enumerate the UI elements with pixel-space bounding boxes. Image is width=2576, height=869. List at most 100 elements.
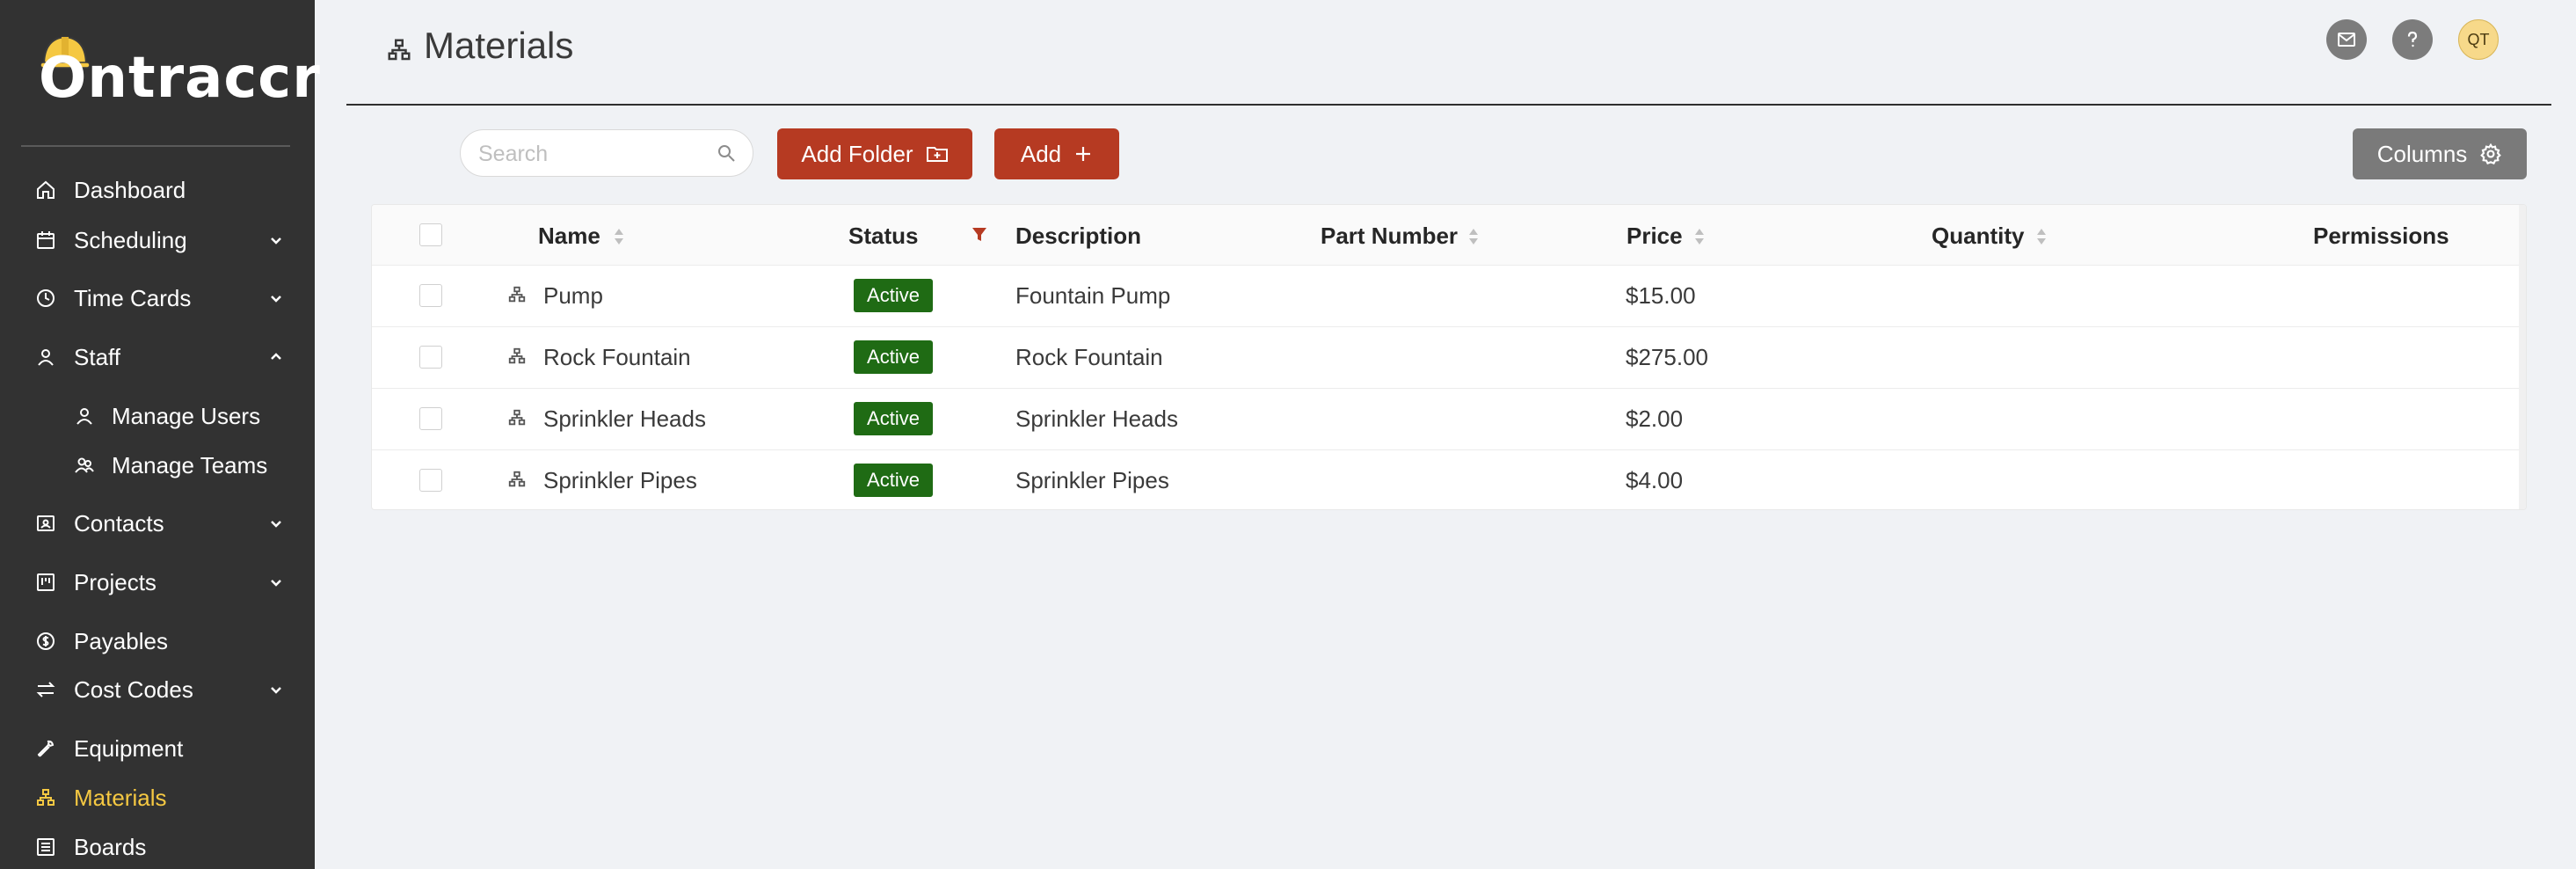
sidebar-item-scheduling[interactable]: Scheduling (0, 219, 315, 261)
contacts-icon (37, 515, 55, 531)
search-box[interactable] (460, 129, 753, 177)
column-header-part-number[interactable]: Part Number (1321, 223, 1458, 250)
column-header-price[interactable]: Price (1626, 223, 1683, 250)
column-header-status[interactable]: Status (848, 223, 918, 250)
table-header: Name Status Description Part Number Pric… (372, 205, 2526, 266)
table-row[interactable]: Rock Fountain Active Rock Fountain $275.… (372, 326, 2526, 389)
cell-price: $4.00 (1626, 467, 1684, 493)
table-row[interactable]: Pump Active Fountain Pump $15.00 (372, 265, 2526, 327)
sidebar: Ontraccr Dashboard Scheduling Time Cards… (0, 0, 320, 869)
chevron-down-icon (271, 296, 281, 303)
sidebar-item-label: Cost Codes (74, 675, 193, 703)
chevron-down-icon (271, 237, 281, 245)
page-title: Materials (424, 25, 574, 66)
home-icon (37, 180, 55, 199)
sidebar-item-label: Manage Users (112, 402, 261, 429)
columns-label: Columns (2376, 140, 2468, 167)
sidebar-item-equipment[interactable]: Equipment (0, 727, 315, 770)
status-badge: Active (854, 279, 933, 312)
sidebar-item-label: Projects (74, 568, 156, 595)
cell-price: $15.00 (1626, 282, 1696, 309)
sidebar-item-label: Scheduling (74, 226, 187, 253)
sidebar-item-contacts[interactable]: Contacts (0, 502, 315, 544)
help-button[interactable] (2392, 19, 2433, 60)
sidebar-item-manage-teams[interactable]: Manage Teams (0, 444, 315, 486)
cell-description: Fountain Pump (1015, 282, 1171, 309)
table-scrollbar[interactable] (2519, 205, 2526, 509)
table-row[interactable]: Sprinkler Heads Active Sprinkler Heads $… (372, 388, 2526, 450)
sort-icon[interactable] (1693, 226, 1706, 247)
cell-name[interactable]: Rock Fountain (543, 344, 691, 371)
column-header-description[interactable]: Description (1015, 223, 1141, 250)
sort-icon[interactable] (1467, 226, 1480, 247)
dollar-icon (37, 632, 55, 650)
filter-icon[interactable] (971, 226, 987, 244)
sidebar-item-projects[interactable]: Projects (0, 561, 315, 603)
swap-icon (36, 682, 55, 697)
sidebar-item-manage-users[interactable]: Manage Users (0, 395, 315, 437)
sidebar-item-label: Staff (74, 343, 121, 370)
cell-description: Sprinkler Heads (1015, 405, 1178, 432)
sidebar-item-boards[interactable]: Boards (0, 826, 315, 868)
avatar[interactable]: QT (2458, 19, 2499, 60)
sidebar-item-label: Dashboard (74, 176, 186, 203)
columns-button[interactable]: Columns (2353, 128, 2527, 179)
user-icon (76, 408, 92, 425)
folder-add-icon (926, 147, 948, 162)
page-header (346, 0, 2551, 106)
row-checkbox[interactable] (419, 407, 442, 430)
sidebar-item-cost-codes[interactable]: Cost Codes (0, 668, 315, 711)
row-checkbox[interactable] (419, 469, 442, 492)
row-checkbox[interactable] (419, 284, 442, 307)
status-badge: Active (854, 340, 933, 374)
sidebar-item-label: Contacts (74, 509, 164, 537)
sidebar-item-label: Materials (74, 784, 167, 811)
user-icon (38, 349, 54, 366)
help-icon (2407, 31, 2418, 47)
sidebar-item-dashboard[interactable]: Dashboard (0, 169, 315, 211)
materials-icon (508, 471, 526, 487)
row-checkbox[interactable] (419, 346, 442, 369)
chevron-down-icon (271, 580, 281, 587)
add-label: Add (1020, 140, 1062, 167)
projects-icon (37, 573, 55, 591)
clock-icon (37, 289, 55, 307)
cell-price: $2.00 (1626, 405, 1684, 432)
sidebar-item-label: Boards (74, 833, 147, 860)
gear-icon (2480, 142, 2502, 164)
cell-description: Rock Fountain (1015, 344, 1163, 370)
column-header-permissions[interactable]: Permissions (2313, 223, 2449, 250)
materials-icon (508, 286, 526, 303)
calendar-icon (37, 231, 55, 249)
plus-icon (1076, 147, 1091, 161)
sidebar-item-time-cards[interactable]: Time Cards (0, 277, 315, 319)
select-all-checkbox[interactable] (419, 223, 442, 246)
logo[interactable]: Ontraccr (39, 33, 320, 111)
materials-table: Name Status Description Part Number Pric… (371, 204, 2527, 510)
materials-icon (37, 789, 55, 806)
materials-icon (508, 409, 526, 426)
chevron-down-icon (271, 687, 281, 694)
column-header-name[interactable]: Name (538, 223, 600, 250)
mail-button[interactable] (2326, 19, 2367, 60)
materials-icon (508, 347, 526, 364)
add-button[interactable]: Add (994, 128, 1119, 179)
sort-icon[interactable] (613, 226, 625, 247)
table-row[interactable]: Sprinkler Pipes Active Sprinkler Pipes $… (372, 449, 2526, 509)
cell-name[interactable]: Sprinkler Heads (543, 405, 706, 433)
materials-icon (388, 39, 411, 61)
cell-description: Sprinkler Pipes (1015, 467, 1169, 493)
cell-name[interactable]: Sprinkler Pipes (543, 467, 697, 494)
cell-price: $275.00 (1626, 344, 1708, 370)
sort-icon[interactable] (2035, 226, 2048, 247)
chevron-up-icon (271, 353, 281, 360)
search-icon[interactable] (716, 142, 737, 164)
cell-name[interactable]: Pump (543, 282, 603, 310)
sidebar-item-payables[interactable]: Payables (0, 620, 315, 662)
sidebar-item-materials[interactable]: Materials (0, 777, 315, 819)
column-header-quantity[interactable]: Quantity (1932, 223, 2024, 250)
search-input[interactable] (477, 137, 717, 171)
sidebar-item-staff[interactable]: Staff (0, 336, 315, 378)
add-folder-button[interactable]: Add Folder (777, 128, 972, 179)
status-badge: Active (854, 464, 933, 497)
